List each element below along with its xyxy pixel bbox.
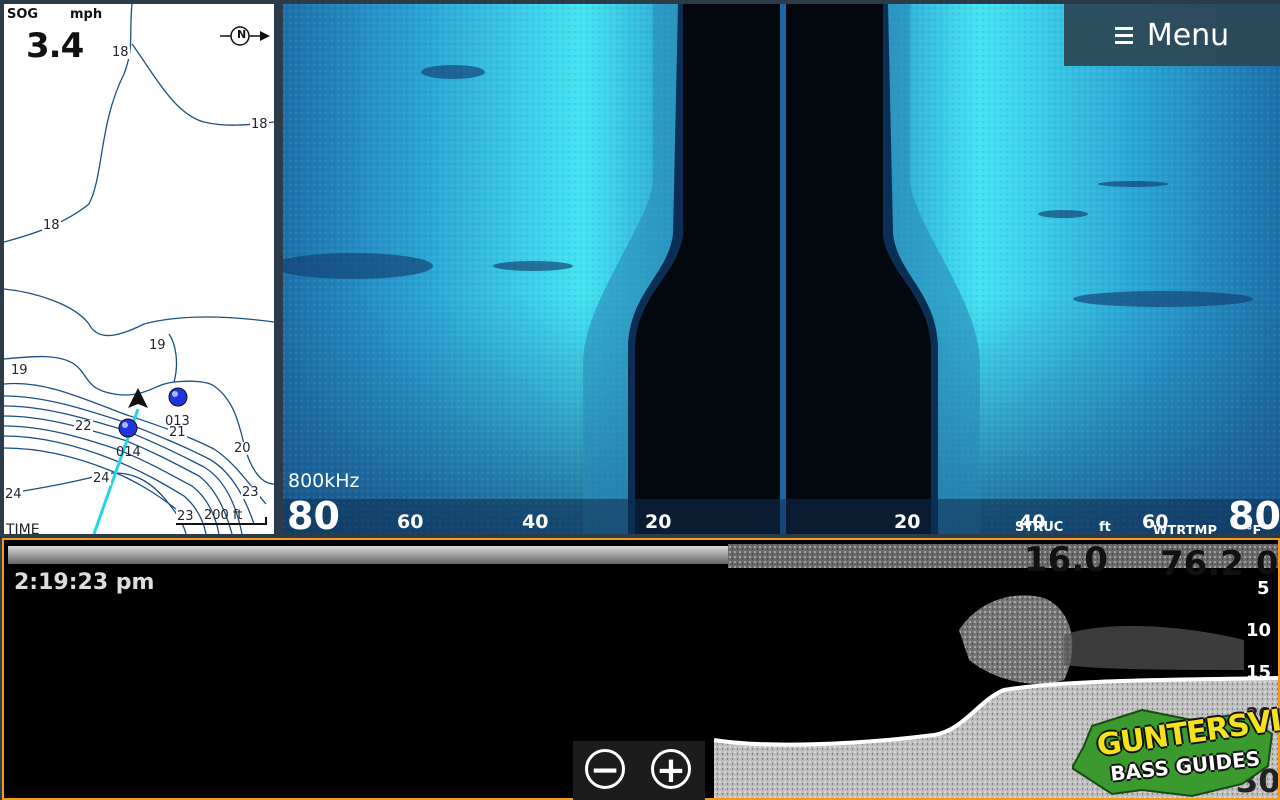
water-temp-value: 76.2 <box>1160 544 1244 584</box>
range-tick: 60 <box>397 511 424 533</box>
depth-value: 16.0 <box>1024 540 1108 580</box>
frequency-label: 800kHz <box>288 470 360 492</box>
depth-label: 19 <box>148 338 167 353</box>
hamburger-icon <box>1114 26 1133 44</box>
range-tick: 20 <box>894 511 921 533</box>
zoom-in-button[interactable]: + <box>651 749 691 791</box>
unit-label: ft <box>1099 520 1111 534</box>
depth-label: 23 <box>176 509 195 524</box>
menu-label: Menu <box>1146 17 1230 53</box>
sog-unit: mph <box>70 7 103 22</box>
waypoint-label: 013 <box>165 414 190 429</box>
scale-label: 200 ft <box>204 508 243 523</box>
minus-icon: − <box>589 750 621 791</box>
depth-label: 18 <box>250 117 269 132</box>
depth-label: 18 <box>42 218 61 233</box>
side-scan-pane[interactable]: Menu 800kHz 80 80 60 40 20 20 40 60 STRU… <box>283 4 1280 534</box>
depth-label: 18 <box>111 45 130 60</box>
depth-label: 23 <box>241 485 260 500</box>
sog-value: 3.4 <box>26 26 84 66</box>
zoom-controls: − + <box>573 741 705 800</box>
range-tick: 20 <box>645 511 672 533</box>
range-left: 80 <box>287 494 340 534</box>
depth-scale-label: 15 <box>1246 662 1272 683</box>
wtrtmp-label: WTRTMP <box>1153 524 1217 534</box>
struc-label: STRUC <box>1015 520 1064 534</box>
menu-button[interactable]: Menu <box>1064 4 1280 66</box>
depth-label: 20 <box>233 441 252 456</box>
depth-scale-label: 5 <box>1257 578 1270 599</box>
north-label: N <box>237 28 247 41</box>
temp-unit: °F <box>1246 524 1262 534</box>
depth-label: 22 <box>74 419 93 434</box>
chart-pane[interactable]: SOG mph 3.4 N 18 18 18 19 19 22 21 20 24… <box>4 4 274 534</box>
clock-label: 2:19:23 pm <box>14 570 155 595</box>
depth-label: 24 <box>92 471 111 486</box>
waypoint-013-icon[interactable] <box>168 387 188 407</box>
waypoint-014-icon[interactable] <box>118 418 138 438</box>
depth-scale-label: 0 <box>1256 544 1279 582</box>
zoom-out-button[interactable]: − <box>585 749 625 791</box>
time-label: TIME <box>6 522 40 534</box>
plus-icon: + <box>655 750 687 791</box>
range-tick: 40 <box>522 511 549 533</box>
waypoint-label: 014 <box>116 445 141 460</box>
depth-label: 24 <box>4 487 23 502</box>
depth-label: 19 <box>10 363 29 378</box>
depth-scale-label: 10 <box>1246 620 1272 641</box>
sog-label: SOG <box>7 7 39 22</box>
side-scan-image <box>283 4 1280 534</box>
